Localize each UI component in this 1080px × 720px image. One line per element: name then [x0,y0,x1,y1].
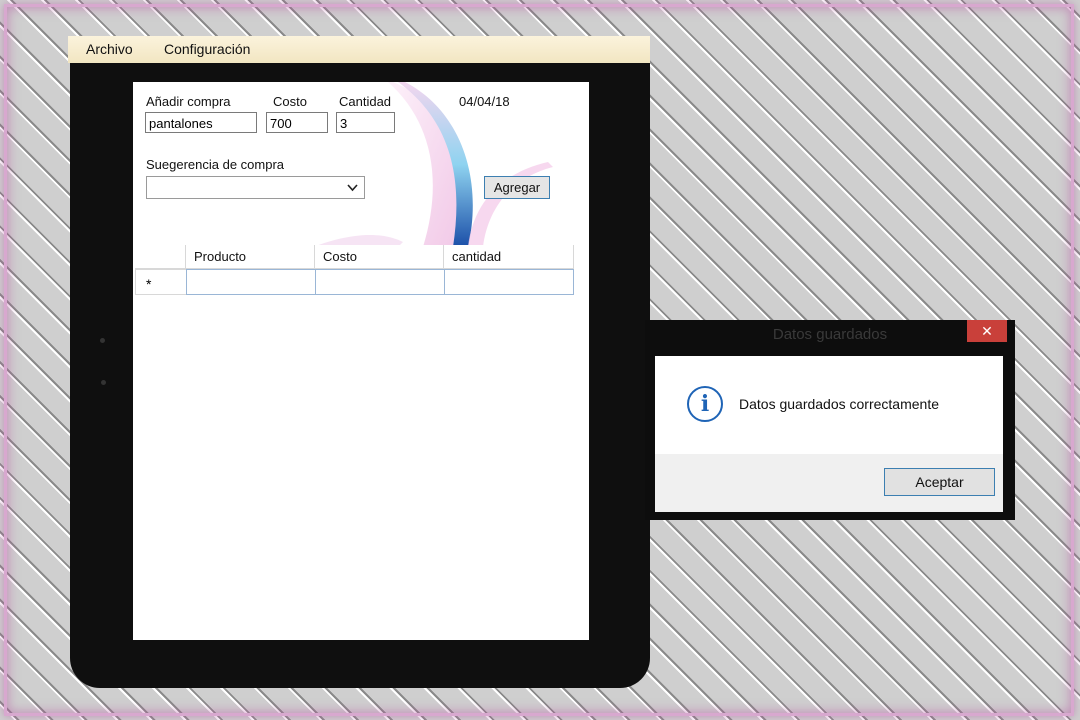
tablet-sensor [101,380,106,385]
dialog-body: i Datos guardados correctamente [655,356,1003,454]
column-header-cantidad[interactable]: cantidad [444,245,574,269]
column-header-producto[interactable]: Producto [186,245,315,269]
add-purchase-label: Añadir compra [146,94,231,109]
menu-bar: Archivo Configuración [68,36,650,63]
close-icon[interactable]: ✕ [967,320,1007,342]
dialog-message: Datos guardados correctamente [739,396,939,412]
dialog-title: Datos guardados [772,326,888,343]
quantity-label: Cantidad [339,94,392,109]
cell-cantidad[interactable] [444,269,574,295]
suggestion-dropdown[interactable] [146,176,365,199]
tablet-sensor [100,338,105,343]
date-label: 04/04/18 [459,94,510,109]
new-row-marker: * [135,269,187,295]
cost-input[interactable]: 700 [266,112,328,133]
suggestion-label: Suegerencia de compra [146,157,285,172]
quantity-input[interactable]: 3 [336,112,395,133]
message-dialog: Datos guardados ✕ i Datos guardados corr… [645,320,1015,520]
cell-producto[interactable] [186,269,316,295]
info-icon: i [687,386,723,422]
chevron-down-icon [347,184,358,192]
accept-button[interactable]: Aceptar [884,468,995,496]
product-input[interactable]: pantalones [145,112,257,133]
dialog-footer: Aceptar [655,454,1003,512]
cost-label: Costo [273,94,307,109]
menu-item-archivo[interactable]: Archivo [86,41,133,57]
app-window: Añadir compra Costo Cantidad 04/04/18 pa… [133,82,589,640]
decorative-swirl-image [313,82,553,247]
row-header-corner [135,245,186,269]
add-button[interactable]: Agregar [484,176,550,199]
cell-costo[interactable] [315,269,445,295]
column-header-costo[interactable]: Costo [315,245,444,269]
menu-item-configuracion[interactable]: Configuración [164,41,250,57]
